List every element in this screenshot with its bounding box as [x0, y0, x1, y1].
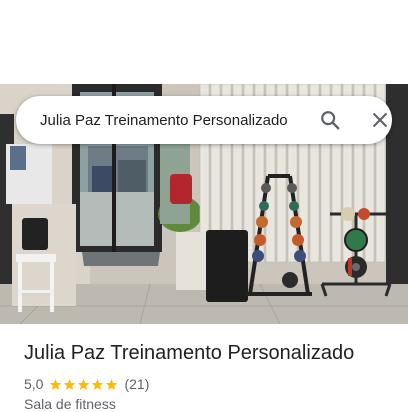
star-icon — [64, 378, 76, 390]
place-title: Julia Paz Treinamento Personalizado — [24, 342, 355, 364]
star-icon — [106, 378, 118, 390]
rating-row[interactable]: 5,0 (21) — [24, 374, 149, 394]
star-rating — [49, 378, 119, 391]
search-icon[interactable] — [318, 108, 342, 132]
map-top-area — [0, 0, 408, 84]
star-icon — [50, 378, 62, 390]
star-icon — [92, 378, 104, 390]
star-icon — [78, 378, 90, 390]
rating-value: 5,0 — [24, 376, 44, 392]
close-icon[interactable] — [368, 108, 392, 132]
search-bar[interactable]: Julia Paz Treinamento Personalizado — [16, 96, 392, 144]
place-category: Sala de fitness — [24, 396, 116, 412]
review-count[interactable]: (21) — [124, 376, 149, 392]
search-input[interactable]: Julia Paz Treinamento Personalizado — [40, 110, 302, 132]
